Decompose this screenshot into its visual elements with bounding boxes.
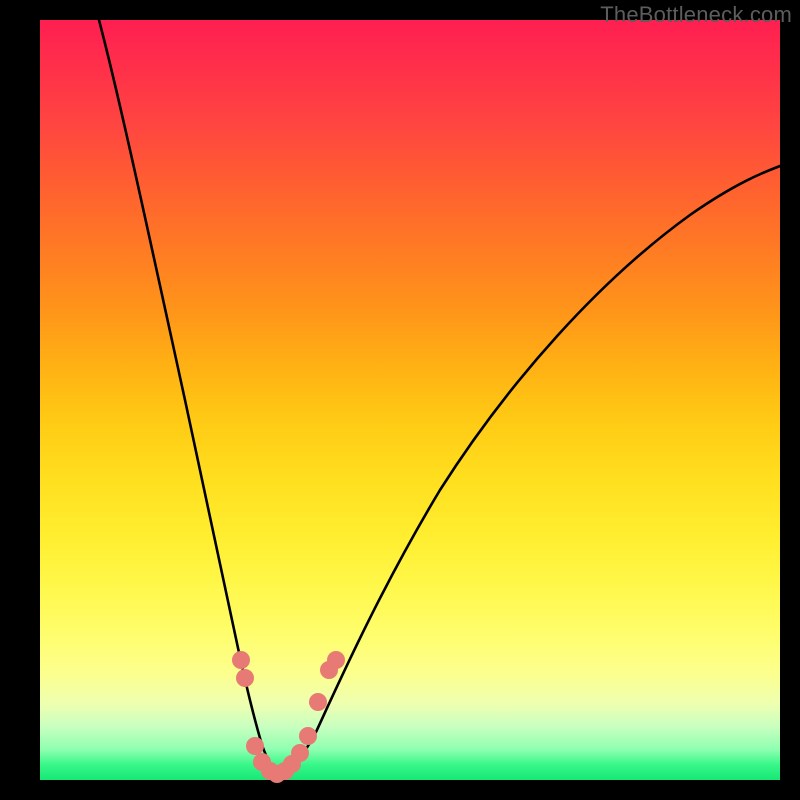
data-marker [309, 693, 327, 711]
data-marker [327, 651, 345, 669]
data-marker [299, 727, 317, 745]
right-curve [280, 166, 780, 776]
left-curve [99, 20, 280, 776]
data-marker [232, 651, 250, 669]
watermark-text: TheBottleneck.com [600, 2, 792, 28]
data-marker [236, 669, 254, 687]
data-marker [291, 744, 309, 762]
marker-group [232, 651, 345, 783]
curve-group [99, 20, 780, 776]
plot-area [40, 20, 780, 780]
data-marker [246, 737, 264, 755]
chart-svg [40, 20, 780, 780]
chart-frame: TheBottleneck.com [0, 0, 800, 800]
